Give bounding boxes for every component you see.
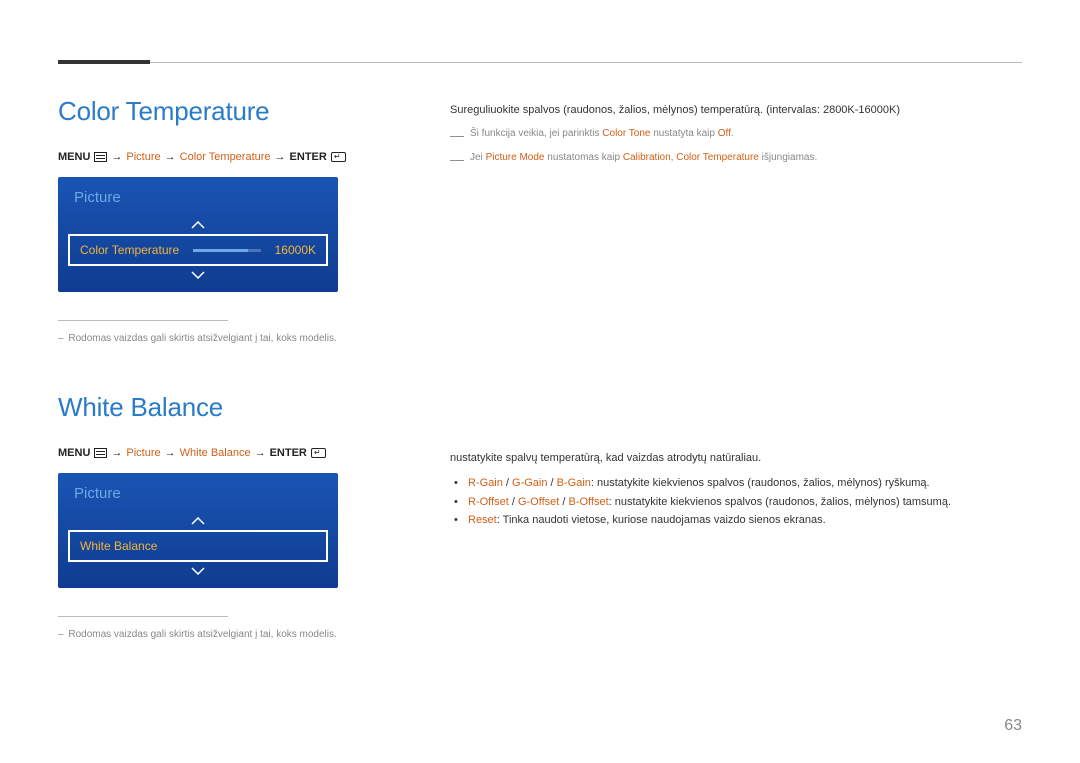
accent: Reset [468,514,497,526]
description-color-temperature: Sureguliuokite spalvos (raudonos, žalios… [450,102,1022,170]
t: / [503,477,512,489]
list-item: R-Offset / G-Offset / B-Offset: nustatyk… [468,493,1022,512]
breadcrumb-item: White Balance [180,447,251,459]
right-column: Sureguliuokite spalvos (raudonos, žalios… [450,96,1022,688]
horizontal-rule [58,62,1022,63]
t: : nustatykite kiekvienos spalvos (raudon… [609,496,951,508]
breadcrumb-enter: ENTER [290,151,327,163]
accent: B-Gain [557,477,591,489]
accent: G-Offset [518,496,559,508]
dash-note: ― Jei Picture Mode nustatomas kaip Calib… [450,150,1022,170]
note-text: Rodomas vaizdas gali skirtis atsižvelgia… [68,629,336,640]
description-white-balance: nustatykite spalvų temperatūrą, kad vaiz… [450,450,1022,530]
accent: G-Gain [512,477,547,489]
breadcrumb-menu: MENU [58,151,90,163]
t: : nustatykite kiekvienos spalvos (raudon… [591,477,930,489]
accent: R-Gain [468,477,503,489]
t: išjungiamas. [759,152,817,163]
arrow-icon: → [165,151,176,163]
model-note: – Rodomas vaizdas gali skirtis atsižvelg… [58,627,388,642]
t: : Tinka naudoti vietose, kuriose naudoja… [497,514,826,526]
accent: Off [718,128,731,139]
chevron-down-icon [58,266,338,284]
section-title: White Balance [58,392,388,423]
list-item: Reset: Tinka naudoti vietose, kuriose na… [468,511,1022,530]
divider [58,616,228,617]
dash-icon: ― [450,148,464,170]
menu-icon [94,448,107,458]
accent: Picture Mode [486,152,545,163]
dash-note: ― Ši funkcija veikia, jei parinktis Colo… [450,126,1022,146]
breadcrumb-picture: Picture [126,151,160,163]
note-prefix: – [58,629,64,640]
model-note: – Rodomas vaizdas gali skirtis atsižvelg… [58,331,388,346]
t: / [509,496,518,508]
osd-row-label: Color Temperature [80,243,179,257]
dash-note-text: Jei Picture Mode nustatomas kaip Calibra… [470,150,817,170]
osd-slider-fill [193,249,248,252]
section-white-balance: White Balance MENU → Picture → White Bal… [58,392,388,642]
osd-panel-title: Picture [58,177,338,216]
divider [58,320,228,321]
t: . [731,128,734,139]
t: / [547,477,556,489]
enter-icon [311,448,326,458]
breadcrumb: MENU → Picture → Color Temperature → ENT… [58,151,388,163]
page-number: 63 [1004,717,1022,735]
accent: Color Temperature [676,152,759,163]
t: nustatomas kaip [544,152,622,163]
osd-panel-title: Picture [58,473,338,512]
left-column: Color Temperature MENU → Picture → Color… [58,96,388,688]
list-item: R-Gain / G-Gain / B-Gain: nustatykite ki… [468,474,1022,493]
accent: Color Tone [602,128,650,139]
accent: R-Offset [468,496,509,508]
arrow-icon: → [111,151,122,163]
section-color-temperature: Color Temperature MENU → Picture → Color… [58,96,388,346]
osd-row-white-balance: White Balance [68,530,328,562]
osd-row-color-temperature: Color Temperature 16000K [68,234,328,266]
menu-icon [94,152,107,162]
breadcrumb-item: Color Temperature [180,151,271,163]
osd-panel: Picture White Balance [58,473,338,588]
osd-row-label: White Balance [80,539,157,553]
accent: Calibration [623,152,671,163]
dash-icon: ― [450,124,464,146]
arrow-icon: → [111,447,122,459]
arrow-icon: → [165,447,176,459]
bullet-list: R-Gain / G-Gain / B-Gain: nustatykite ki… [450,474,1022,530]
chevron-down-icon [58,562,338,580]
breadcrumb-enter: ENTER [270,447,307,459]
breadcrumb-picture: Picture [126,447,160,459]
enter-icon [331,152,346,162]
t: nustatyta kaip [650,128,717,139]
section-title: Color Temperature [58,96,388,127]
note-prefix: – [58,333,64,344]
note-text: Rodomas vaizdas gali skirtis atsižvelgia… [68,333,336,344]
intro-text: Sureguliuokite spalvos (raudonos, žalios… [450,102,1022,120]
accent: B-Offset [568,496,608,508]
breadcrumb-menu: MENU [58,447,90,459]
t: Ši funkcija veikia, jei parinktis [470,128,602,139]
dash-note-text: Ši funkcija veikia, jei parinktis Color … [470,126,734,146]
intro-text: nustatykite spalvų temperatūrą, kad vaiz… [450,450,1022,468]
osd-slider [193,249,260,252]
breadcrumb: MENU → Picture → White Balance → ENTER [58,447,388,459]
horizontal-rule-accent [58,60,150,64]
chevron-up-icon [58,512,338,530]
chevron-up-icon [58,216,338,234]
osd-panel: Picture Color Temperature 16000K [58,177,338,292]
t: Jei [470,152,486,163]
osd-row-value: 16000K [275,243,316,257]
arrow-icon: → [255,447,266,459]
arrow-icon: → [275,151,286,163]
